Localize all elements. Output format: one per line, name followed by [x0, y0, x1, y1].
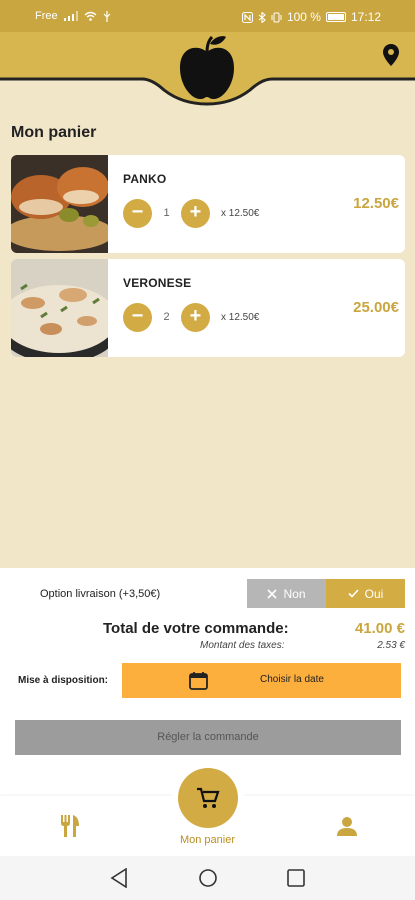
bluetooth-icon: [258, 11, 266, 23]
signal-icon: [63, 11, 78, 21]
delivery-toggle: Non Oui: [247, 579, 405, 608]
delivery-no-label: Non: [283, 586, 306, 601]
delivery-yes-button[interactable]: Oui: [326, 579, 405, 608]
calendar-icon: [189, 672, 208, 690]
quantity-value: 2: [163, 311, 170, 323]
product-name: VERONESE: [123, 276, 192, 290]
clock: 17:12: [350, 10, 381, 24]
nfc-icon: [241, 11, 253, 23]
line-total: 12.50€: [353, 195, 399, 212]
quantity-value: 1: [163, 207, 170, 219]
increase-quantity-button[interactable]: +: [181, 303, 210, 332]
system-navigation-bar: [0, 856, 415, 900]
map-pin-icon[interactable]: [382, 44, 400, 66]
cart-item: PANKO − 1 + x 12.50€ 12.50€: [11, 155, 405, 253]
pay-order-button[interactable]: Régler la commande: [15, 720, 401, 755]
back-icon[interactable]: [110, 868, 128, 888]
decrease-quantity-button[interactable]: −: [123, 303, 152, 332]
cart-tab-button[interactable]: [178, 768, 238, 828]
unit-price: x 12.50€: [221, 208, 260, 219]
unit-price: x 12.50€: [221, 312, 260, 323]
battery-percent: 100 %: [286, 10, 321, 24]
decrease-quantity-button[interactable]: −: [123, 199, 152, 228]
veronese-thumbnail: [11, 259, 108, 357]
cart-icon: [197, 787, 220, 808]
total-value: 41.00 €: [354, 620, 405, 637]
choose-date-label: Choisir la date: [260, 674, 324, 685]
user-icon[interactable]: [337, 816, 357, 836]
tax-label: Montant des taxes:: [200, 640, 285, 651]
carrier-label: Free: [35, 10, 58, 22]
home-icon[interactable]: [198, 868, 218, 888]
check-icon: [348, 589, 359, 598]
close-icon: [267, 588, 278, 599]
page-title: Mon panier: [11, 124, 97, 141]
vibrate-icon: [271, 12, 282, 22]
delivery-option-label: Option livraison (+3,50€): [40, 588, 161, 600]
increase-quantity-button[interactable]: +: [181, 199, 210, 228]
tax-value: 2.53 €: [377, 640, 405, 651]
recents-icon[interactable]: [287, 869, 305, 887]
delivery-yes-label: Oui: [364, 586, 384, 601]
line-total: 25.00€: [353, 299, 399, 316]
total-label: Total de votre commande:: [103, 620, 289, 637]
usb-icon: [103, 10, 111, 22]
panko-thumbnail: [11, 155, 108, 253]
delivery-no-button[interactable]: Non: [247, 579, 326, 608]
wifi-icon: [84, 11, 97, 21]
cart-tab-label: Mon panier: [179, 834, 236, 846]
cart-item: VERONESE − 2 + x 12.50€ 25.00€: [11, 259, 405, 357]
choose-date-button[interactable]: Choisir la date: [122, 663, 401, 698]
product-name: PANKO: [123, 172, 167, 186]
status-bar: Free 100 % 17:12: [0, 0, 415, 32]
apple-icon: [180, 35, 234, 100]
battery-icon: [325, 12, 346, 22]
availability-label: Mise à disposition:: [18, 675, 109, 686]
